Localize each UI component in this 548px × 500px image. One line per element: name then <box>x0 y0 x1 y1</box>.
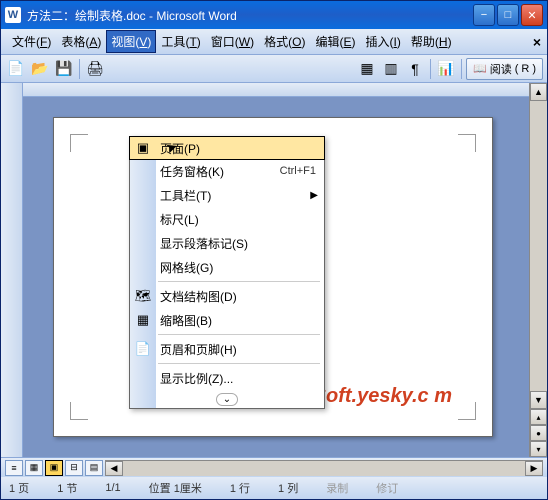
docmap-icon: 🗺 <box>134 288 152 304</box>
next-page-button[interactable]: ▾ <box>530 441 547 457</box>
print-icon[interactable]: 🖨 <box>84 58 106 80</box>
page-icon: ▣ <box>134 140 152 156</box>
word-app-window: W 方法二：绘制表格.doc - Microsoft Word − □ ✕ 文件… <box>0 0 548 500</box>
menu-separator <box>158 334 320 335</box>
window-buttons: − □ ✕ <box>473 4 543 26</box>
open-icon[interactable]: 📂 <box>29 58 51 80</box>
toolbar-sep <box>79 59 80 79</box>
toolbar-sep <box>461 59 462 79</box>
menubar: 文件(F) 表格(A) 视图(V) 工具(T) 窗口(W) 格式(O) 编辑(E… <box>1 29 547 55</box>
menu-separator <box>158 363 320 364</box>
chart-icon[interactable]: 📊 <box>435 58 457 80</box>
margin-corner-icon <box>458 134 476 152</box>
submenu-arrow-icon: ▶ <box>310 190 318 201</box>
chevron-down-icon: ⌄ <box>216 393 238 406</box>
scroll-down-button[interactable]: ▼ <box>530 391 547 409</box>
menu-format[interactable]: 格式(O) <box>259 30 310 53</box>
status-record: 录制 <box>326 480 348 496</box>
status-revision: 修订 <box>376 480 398 496</box>
reading-view-button[interactable]: ▤ <box>85 460 103 476</box>
menu-insert[interactable]: 插入(I) <box>361 30 406 53</box>
scroll-left-button[interactable]: ◀ <box>105 461 123 476</box>
window-title: 方法二：绘制表格.doc - Microsoft Word <box>27 7 473 24</box>
read-mode-button[interactable]: 📖 阅读(R) <box>466 58 543 80</box>
prev-page-button[interactable]: ▴ <box>530 409 547 425</box>
menu-edit[interactable]: 编辑(E) <box>310 30 360 53</box>
menu-item-ruler[interactable]: 标尺(L) <box>130 207 324 231</box>
margin-corner-icon <box>70 134 88 152</box>
view-dropdown-menu: ▣ 页面(P) ➤ 任务窗格(K) Ctrl+F1 工具栏(T) ▶ 标尺(L)… <box>129 136 325 409</box>
menu-help[interactable]: 帮助(H) <box>406 30 457 53</box>
columns-icon[interactable]: ▥ <box>380 58 402 80</box>
table-icon[interactable]: ▦ <box>356 58 378 80</box>
header-footer-icon: 📄 <box>134 341 152 357</box>
menu-item-page-layout[interactable]: ▣ 页面(P) ➤ <box>129 136 325 160</box>
menu-item-gridlines[interactable]: 网格线(G) <box>130 255 324 279</box>
status-position: 位置 1厘米 <box>149 480 202 496</box>
status-column: 1 列 <box>278 480 298 496</box>
menu-item-header-footer[interactable]: 📄 页眉和页脚(H) <box>130 337 324 361</box>
close-button[interactable]: ✕ <box>521 4 543 26</box>
vertical-scrollbar[interactable]: ▲ ▼ ▴ ● ▾ <box>529 83 547 457</box>
menu-table[interactable]: 表格(A) <box>56 30 106 53</box>
menu-item-zoom[interactable]: 显示比例(Z)... <box>130 366 324 390</box>
print-layout-button[interactable]: ▣ <box>45 460 63 476</box>
watermark-text: Soft.yesky.c m <box>313 385 452 408</box>
menu-item-toolbars[interactable]: 工具栏(T) ▶ <box>130 183 324 207</box>
word-app-icon: W <box>5 7 21 23</box>
menu-item-thumbnails[interactable]: ▦ 缩略图(B) <box>130 308 324 332</box>
menu-separator <box>158 281 320 282</box>
scroll-track[interactable] <box>530 101 547 391</box>
web-view-button[interactable]: ▦ <box>25 460 43 476</box>
menu-item-document-map[interactable]: 🗺 文档结构图(D) <box>130 284 324 308</box>
status-page: 1 页 <box>9 480 29 496</box>
menu-view[interactable]: 视图(V) <box>106 30 156 53</box>
margin-corner-icon <box>458 402 476 420</box>
status-line: 1 行 <box>230 480 250 496</box>
menu-window[interactable]: 窗口(W) <box>206 30 259 53</box>
save-icon[interactable]: 💾 <box>53 58 75 80</box>
menu-tools[interactable]: 工具(T) <box>156 30 205 53</box>
statusbar: 1 页 1 节 1/1 位置 1厘米 1 行 1 列 录制 修订 <box>1 477 547 499</box>
view-buttons-bar: ≡ ▦ ▣ ⊟ ▤ ◀ ▶ <box>1 457 547 477</box>
para-icon[interactable]: ¶ <box>404 58 426 80</box>
horizontal-ruler[interactable] <box>23 83 529 97</box>
minimize-button[interactable]: − <box>473 4 495 26</box>
menu-file[interactable]: 文件(F) <box>7 30 56 53</box>
status-pages: 1/1 <box>105 482 120 494</box>
outline-view-button[interactable]: ⊟ <box>65 460 83 476</box>
scroll-up-button[interactable]: ▲ <box>530 83 547 101</box>
menu-expand-button[interactable]: ⌄ <box>130 390 324 408</box>
toolbar: 📄 📂 💾 🖨 ▦ ▥ ¶ 📊 📖 阅读(R) <box>1 55 547 83</box>
toolbar-sep <box>430 59 431 79</box>
workspace: Soft.yesky.c m ▲ ▼ ▴ ● ▾ ▣ 页面(P) ➤ 任务窗格(… <box>1 83 547 457</box>
vertical-ruler[interactable] <box>1 83 23 457</box>
margin-corner-icon <box>70 402 88 420</box>
scroll-track[interactable] <box>123 461 525 476</box>
menu-item-taskpane[interactable]: 任务窗格(K) Ctrl+F1 <box>130 159 324 183</box>
scroll-right-button[interactable]: ▶ <box>525 461 543 476</box>
normal-view-button[interactable]: ≡ <box>5 460 23 476</box>
titlebar: W 方法二：绘制表格.doc - Microsoft Word − □ ✕ <box>1 1 547 29</box>
browse-object-button[interactable]: ● <box>530 425 547 441</box>
menu-item-paragraph-marks[interactable]: 显示段落标记(S) <box>130 231 324 255</box>
status-section: 1 节 <box>57 480 77 496</box>
maximize-button[interactable]: □ <box>497 4 519 26</box>
thumbnail-icon: ▦ <box>134 312 152 328</box>
new-doc-icon[interactable]: 📄 <box>5 58 27 80</box>
close-menu-icon[interactable]: × <box>533 34 541 50</box>
